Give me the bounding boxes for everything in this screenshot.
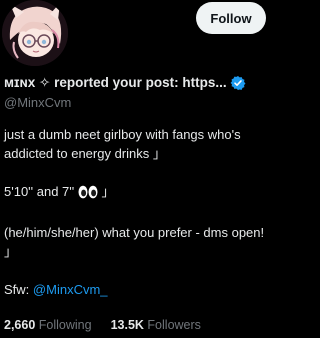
verified-badge-icon[interactable] bbox=[230, 75, 246, 91]
avatar[interactable] bbox=[2, 0, 68, 66]
bio-line: 5'10'' and 7'' 」 bbox=[4, 182, 266, 204]
sfw-label: Sfw: bbox=[4, 282, 30, 297]
following-stat[interactable]: 2,660 Following bbox=[4, 318, 92, 332]
bio-line: (he/him/she/her) what you prefer - dms o… bbox=[4, 225, 265, 259]
stats-row: 2,660 Following 13.5K Followers bbox=[4, 318, 220, 332]
bio: just a dumb neet girlboy with fangs who'… bbox=[4, 125, 266, 299]
profile-card: Follow ᴍɪɴx ✧ reported your post: https.… bbox=[0, 0, 268, 338]
bio-line: just a dumb neet girlboy with fangs who'… bbox=[4, 127, 241, 161]
bio-height-text: 5'10'' and 7'' bbox=[4, 184, 75, 199]
display-name: ᴍɪɴx ✧ reported your post: https... bbox=[4, 75, 227, 90]
followers-count: 13.5K bbox=[110, 318, 144, 332]
bio-sfw-line: Sfw: @MinxCvm_ bbox=[4, 280, 266, 299]
followers-label: Followers bbox=[147, 318, 201, 332]
eyes-emoji-icon bbox=[78, 185, 98, 204]
following-count: 2,660 bbox=[4, 318, 36, 332]
following-label: Following bbox=[38, 318, 92, 332]
follow-button[interactable]: Follow bbox=[196, 2, 266, 34]
handle: @MinxCvm bbox=[4, 95, 72, 110]
name-row: ᴍɪɴx ✧ reported your post: https... bbox=[4, 73, 266, 93]
bio-bracket: 」 bbox=[101, 184, 115, 199]
followers-stat[interactable]: 13.5K Followers bbox=[111, 318, 201, 332]
sfw-account-link[interactable]: @MinxCvm_ bbox=[33, 282, 108, 297]
